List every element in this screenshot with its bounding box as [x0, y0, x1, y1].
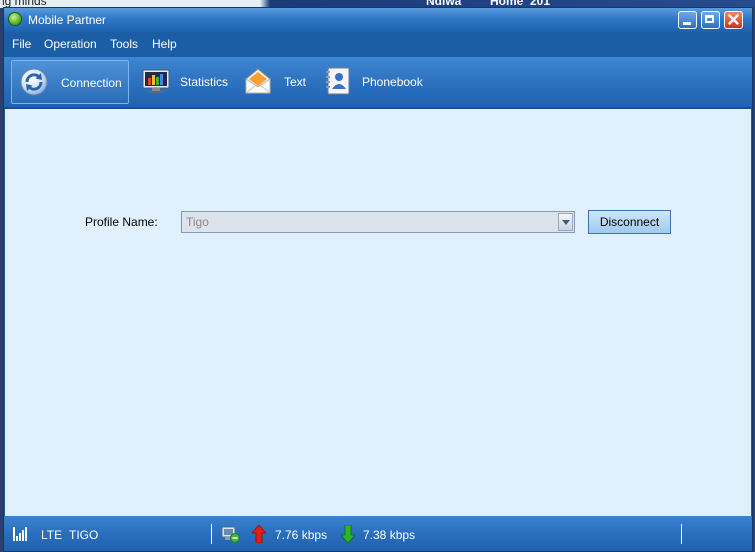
- chevron-down-icon[interactable]: [558, 213, 573, 231]
- envelope-icon: [245, 68, 271, 94]
- download-arrow-icon: [341, 525, 355, 543]
- maximize-button[interactable]: [701, 11, 720, 29]
- main-toolbar: Connection Statistics Text Phonebook: [4, 57, 752, 109]
- close-button[interactable]: [724, 11, 743, 29]
- connection-refresh-icon: [20, 68, 48, 96]
- minimize-button[interactable]: [678, 11, 697, 29]
- phonebook-contact-icon: [326, 67, 350, 95]
- mobile-partner-window: Mobile Partner File Operation Tools Help: [3, 7, 753, 552]
- tab-phonebook[interactable]: Phonebook: [316, 60, 434, 104]
- tab-statistics-label: Statistics: [180, 75, 229, 89]
- tab-connection-label: Connection: [61, 76, 122, 90]
- title-bar[interactable]: Mobile Partner: [4, 8, 752, 32]
- tab-text[interactable]: Text: [236, 60, 314, 104]
- menu-help[interactable]: Help: [152, 37, 177, 51]
- disconnect-button[interactable]: Disconnect: [588, 210, 671, 234]
- status-bar: LTE TIGO 7.76 kbps 7.38 kbps: [4, 516, 752, 551]
- statistics-monitor-icon: [142, 69, 170, 93]
- status-divider: [211, 524, 212, 544]
- status-divider: [681, 524, 682, 544]
- upload-rate: 7.76 kbps: [275, 528, 328, 542]
- download-rate: 7.38 kbps: [363, 528, 416, 542]
- tab-text-label: Text: [284, 75, 307, 89]
- connection-status-icon: [221, 526, 240, 543]
- tab-phonebook-label: Phonebook: [362, 75, 423, 89]
- tab-connection[interactable]: Connection: [11, 60, 129, 104]
- close-icon: [728, 14, 739, 25]
- operator-name: TIGO: [69, 528, 99, 542]
- network-type: LTE: [41, 528, 63, 542]
- connection-panel: Profile Name: Tigo Disconnect: [5, 109, 751, 516]
- tab-statistics[interactable]: Statistics: [134, 60, 232, 104]
- menu-operation[interactable]: Operation: [44, 37, 97, 51]
- menu-tools[interactable]: Tools: [110, 37, 138, 51]
- profile-name-value: Tigo: [186, 215, 209, 229]
- profile-name-select[interactable]: Tigo: [181, 211, 575, 233]
- window-title: Mobile Partner: [28, 13, 107, 27]
- mobile-partner-logo-icon: [8, 12, 22, 26]
- signal-strength-icon: [13, 527, 27, 541]
- menu-bar: File Operation Tools Help: [4, 32, 752, 55]
- profile-name-label: Profile Name:: [85, 215, 158, 229]
- upload-arrow-icon: [252, 525, 266, 543]
- menu-file[interactable]: File: [12, 37, 31, 51]
